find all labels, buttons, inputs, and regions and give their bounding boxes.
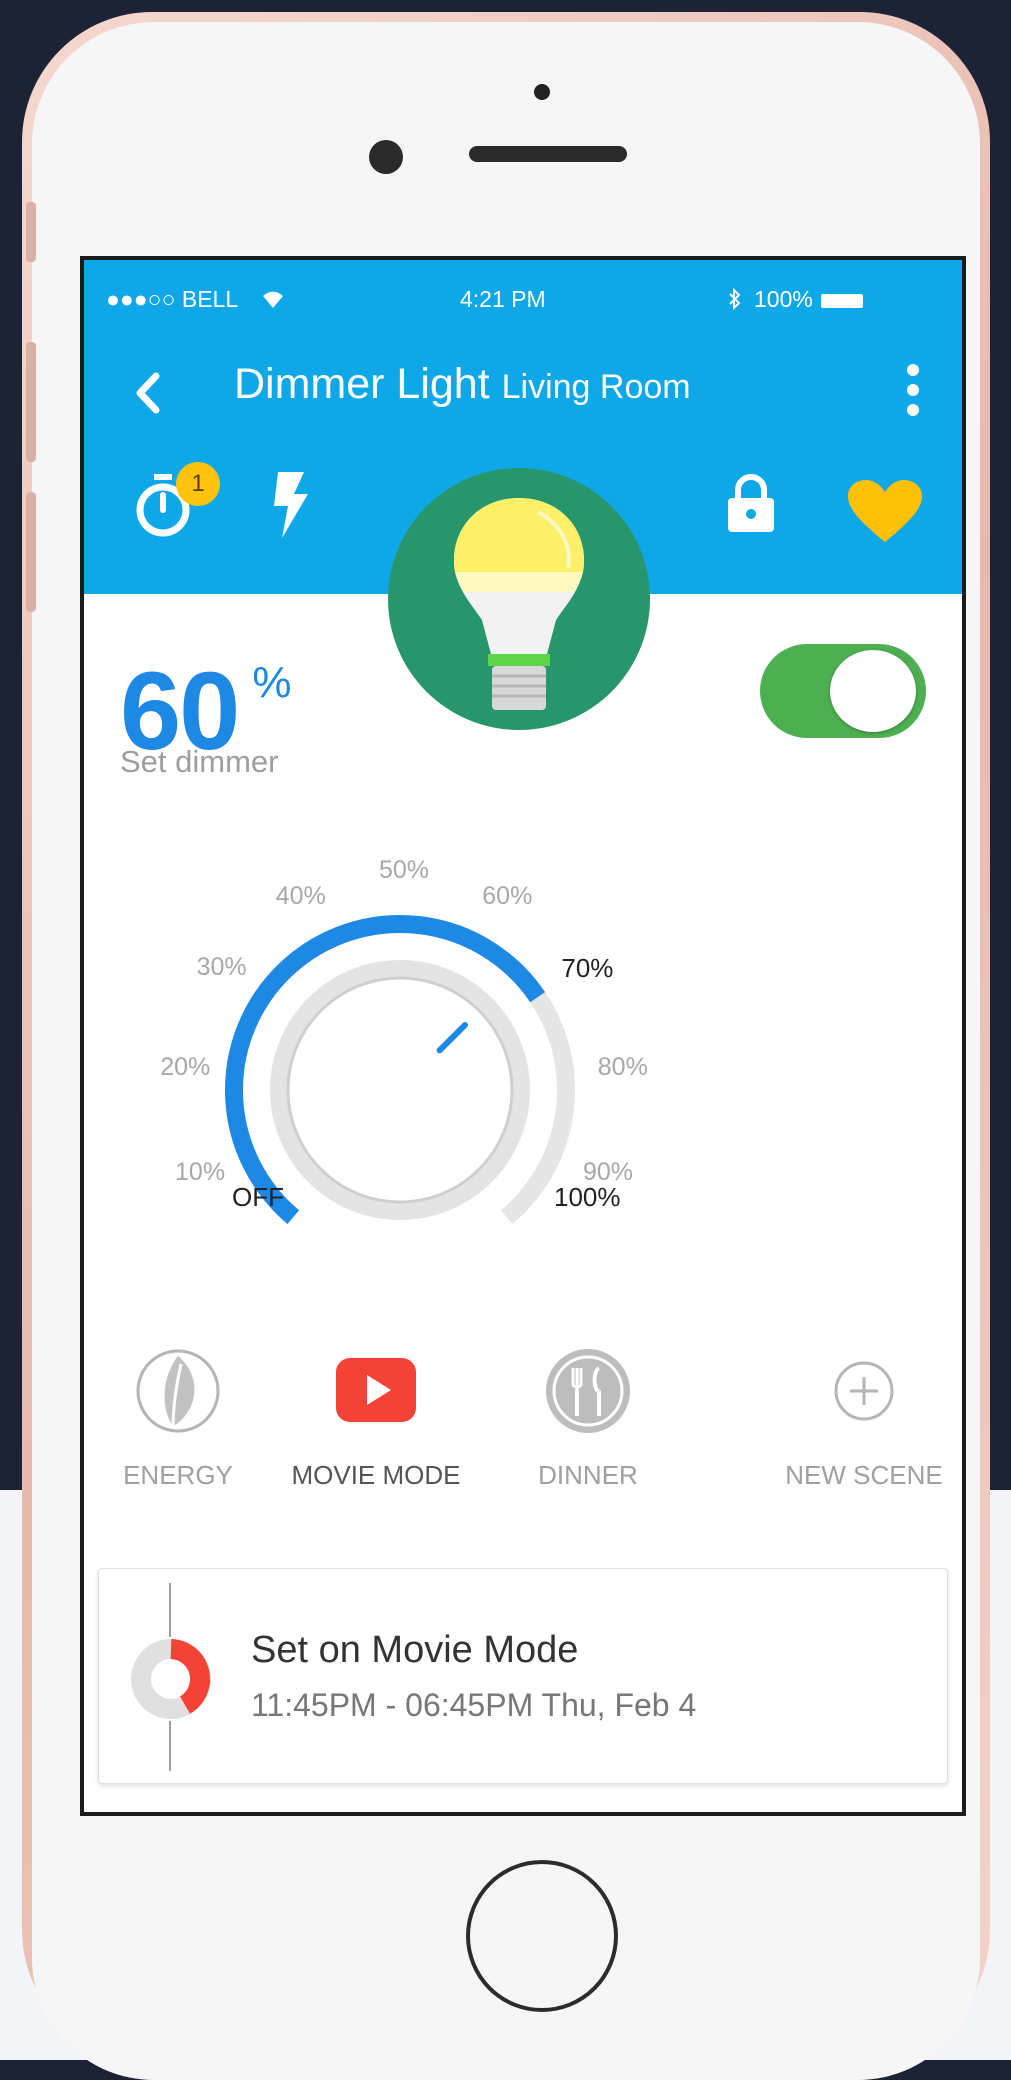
bluetooth-icon	[729, 288, 741, 310]
dimmer-unit: %	[252, 658, 292, 707]
tick-40: 40%	[275, 881, 326, 910]
room-name: Living Room	[501, 368, 691, 406]
more-vert-icon[interactable]	[904, 360, 922, 420]
status-carrier: ●●●○○ BELL	[106, 286, 239, 312]
home-button[interactable]	[466, 1860, 618, 2012]
toggle-knob	[830, 650, 916, 732]
dial-graphic	[225, 915, 575, 1225]
tick-70: 70%	[561, 952, 614, 983]
scene-label: NEW SCENE	[785, 1460, 943, 1490]
app-screen: ●●●○○ BELL 4:21 PM 100% Dimmer Light Liv…	[80, 256, 966, 1816]
timeline-line-top	[169, 1583, 171, 1637]
wifi-icon	[263, 291, 283, 308]
battery-percent: 100%	[754, 286, 813, 312]
scene-bar: ENERGY MOVIE MODE DINNER NEW SCENE	[84, 1346, 962, 1490]
scene-new-scene[interactable]: NEW SCENE	[764, 1346, 962, 1491]
favorite-heart-icon[interactable]	[848, 480, 922, 544]
schedule-card[interactable]: Set on Movie Mode 11:45PM - 06:45PM Thu,…	[98, 1568, 948, 1784]
tick-100: 100%	[554, 1182, 621, 1212]
status-time: 4:21 PM	[460, 286, 546, 312]
tick-20: 20%	[160, 1053, 211, 1081]
tick-80: 80%	[597, 1053, 648, 1081]
plus-circle-icon	[834, 1361, 894, 1421]
tick-30: 30%	[196, 952, 247, 981]
knob-face	[286, 976, 514, 1204]
tick-10: 10%	[175, 1158, 226, 1187]
set-dimmer-label: Set dimmer	[120, 744, 279, 779]
battery-icon	[820, 293, 863, 308]
play-icon	[336, 1358, 416, 1422]
tick-off: OFF	[232, 1182, 284, 1212]
earpiece-speaker	[469, 146, 627, 162]
lock-icon[interactable]	[724, 472, 778, 534]
scene-dinner[interactable]: DINNER	[488, 1346, 688, 1491]
schedule-donut-icon	[131, 1639, 211, 1719]
front-camera	[369, 140, 403, 174]
power-toggle[interactable]	[760, 644, 926, 738]
mute-switch	[26, 202, 36, 262]
back-arrow-icon[interactable]	[128, 368, 168, 418]
dinner-icon	[546, 1349, 630, 1433]
scene-movie-mode[interactable]: MOVIE MODE	[276, 1346, 476, 1491]
schedule-time: 11:45PM - 06:45PM Thu, Feb 4	[251, 1687, 697, 1723]
scene-label: MOVIE MODE	[291, 1460, 461, 1490]
status-battery: 100%	[754, 286, 863, 313]
volume-down-button	[26, 492, 36, 612]
volume-up-button	[26, 342, 36, 462]
proximity-sensor	[534, 84, 550, 100]
flash-icon[interactable]	[270, 472, 310, 538]
schedule-title: Set on Movie Mode	[251, 1629, 579, 1671]
light-bulb-icon	[388, 468, 650, 730]
tick-60: 60%	[482, 881, 533, 910]
scene-label: DINNER	[538, 1460, 638, 1490]
dimmer-dial[interactable]: OFF 10% 20% 30% 40% 50% 60% 70% 80% 90% …	[84, 780, 962, 1320]
timer-badge: 1	[176, 462, 220, 506]
scene-energy[interactable]: ENERGY	[84, 1346, 278, 1491]
tick-50: 50%	[379, 856, 430, 884]
page-title: Dimmer Light Living Room	[234, 360, 691, 409]
scene-label: ENERGY	[123, 1460, 233, 1490]
device-name: Dimmer Light	[234, 360, 490, 408]
timeline-line-bottom	[169, 1721, 171, 1771]
leaf-icon	[136, 1349, 220, 1433]
